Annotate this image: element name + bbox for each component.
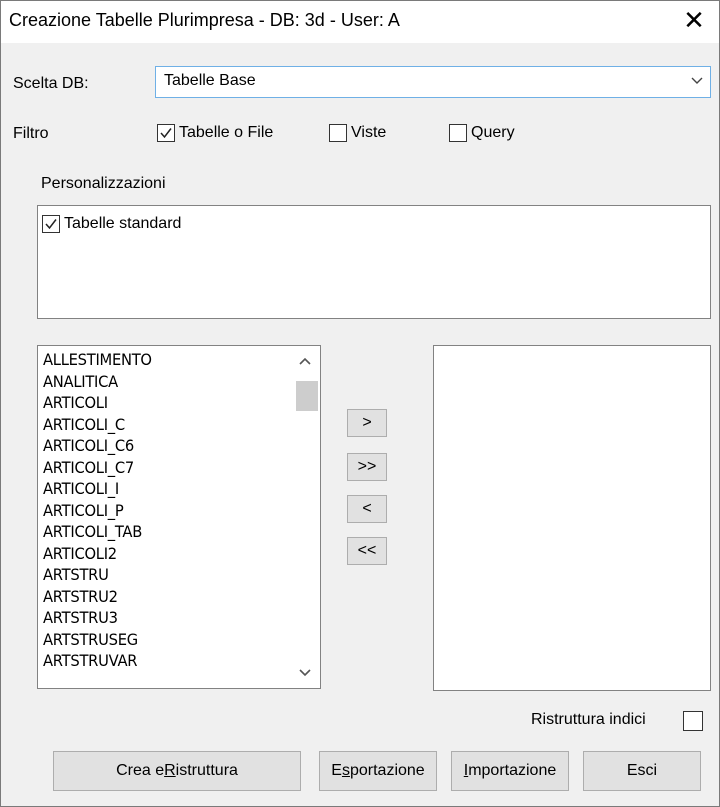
list-item[interactable]: ARTSTRU2 <box>43 587 118 606</box>
list-item[interactable]: ARTICOLI_P <box>43 501 124 520</box>
scroll-up-icon[interactable] <box>298 356 312 366</box>
customizations-list[interactable]: Tabelle standard <box>37 205 711 319</box>
list-item[interactable]: ARTSTRU3 <box>43 608 118 627</box>
exit-button[interactable]: Esci <box>583 751 701 791</box>
list-item[interactable]: ARTICOLI2 <box>43 544 117 563</box>
dialog-window: Creazione Tabelle Plurimpresa - DB: 3d -… <box>0 0 720 807</box>
db-select-value: Tabelle Base <box>164 72 256 89</box>
import-button[interactable]: Importazione <box>451 751 569 791</box>
remove-button[interactable]: < <box>347 495 387 523</box>
db-select[interactable]: Tabelle Base <box>155 66 711 98</box>
list-item[interactable]: ALLESTIMENTO <box>43 350 152 369</box>
filter-tables-checkbox[interactable]: Tabelle o File <box>157 124 273 142</box>
scrollbar-thumb[interactable] <box>296 381 318 411</box>
custom-standard-label: Tabelle standard <box>64 215 182 232</box>
title-bar[interactable]: Creazione Tabelle Plurimpresa - DB: 3d -… <box>1 1 719 43</box>
filter-tables-label: Tabelle o File <box>179 124 274 141</box>
window-title: Creazione Tabelle Plurimpresa - DB: 3d -… <box>9 10 400 30</box>
checkmark-icon <box>160 128 172 139</box>
list-item[interactable]: ARTICOLI_TAB <box>43 522 142 541</box>
list-item[interactable]: ARTSTRUVAR <box>43 651 138 670</box>
list-item[interactable]: ARTICOLI_I <box>43 479 119 498</box>
filter-query-label: Query <box>471 124 515 141</box>
chevron-down-icon <box>691 77 703 84</box>
list-item[interactable]: ARTSTRUSEG <box>43 630 138 649</box>
add-button[interactable]: > <box>347 409 387 437</box>
remove-all-button[interactable]: << <box>347 537 387 565</box>
list-item[interactable]: ARTSTRU <box>43 565 109 584</box>
list-item[interactable]: ARTICOLI_C <box>43 415 125 434</box>
checkbox-box <box>42 215 60 233</box>
selected-tables-list[interactable] <box>433 345 711 691</box>
create-pre: Crea e <box>116 762 165 779</box>
db-label: Scelta DB: <box>13 75 89 92</box>
export-key: s <box>341 762 350 779</box>
export-post: portazione <box>349 762 425 779</box>
scroll-down-icon[interactable] <box>298 668 312 678</box>
filter-label: Filtro <box>13 125 49 142</box>
vertical-scrollbar[interactable] <box>292 348 318 686</box>
rebuild-indexes-checkbox[interactable] <box>683 711 703 731</box>
filter-query-checkbox[interactable]: Query <box>449 124 515 142</box>
checkmark-icon <box>45 219 57 230</box>
create-post: istruttura <box>175 762 238 779</box>
checkbox-box <box>329 124 347 142</box>
export-pre: E <box>331 762 342 779</box>
list-item[interactable]: ANALITICA <box>43 372 118 391</box>
list-item[interactable]: ARTICOLI_C7 <box>43 458 134 477</box>
close-icon[interactable]: ✕ <box>679 5 709 35</box>
list-item[interactable]: ARTICOLI_C6 <box>43 436 134 455</box>
add-all-button[interactable]: >> <box>347 453 387 481</box>
custom-standard-checkbox[interactable]: Tabelle standard <box>42 215 181 233</box>
import-post: mportazione <box>468 762 557 779</box>
export-button[interactable]: Es portazione <box>319 751 437 791</box>
filter-views-checkbox[interactable]: Viste <box>329 124 386 142</box>
filter-views-label: Viste <box>351 124 387 141</box>
available-tables-list[interactable]: ALLESTIMENTO ANALITICA ARTICOLI ARTICOLI_C A… <box>37 345 321 689</box>
checkbox-box <box>449 124 467 142</box>
checkbox-box <box>157 124 175 142</box>
list-item[interactable]: ARTICOLI <box>43 393 108 412</box>
create-key: R <box>164 762 176 779</box>
create-restructure-button[interactable]: Crea e Ristruttura <box>53 751 301 791</box>
rebuild-indexes-label: Ristruttura indici <box>531 711 646 728</box>
customizations-label: Personalizzazioni <box>41 175 166 192</box>
